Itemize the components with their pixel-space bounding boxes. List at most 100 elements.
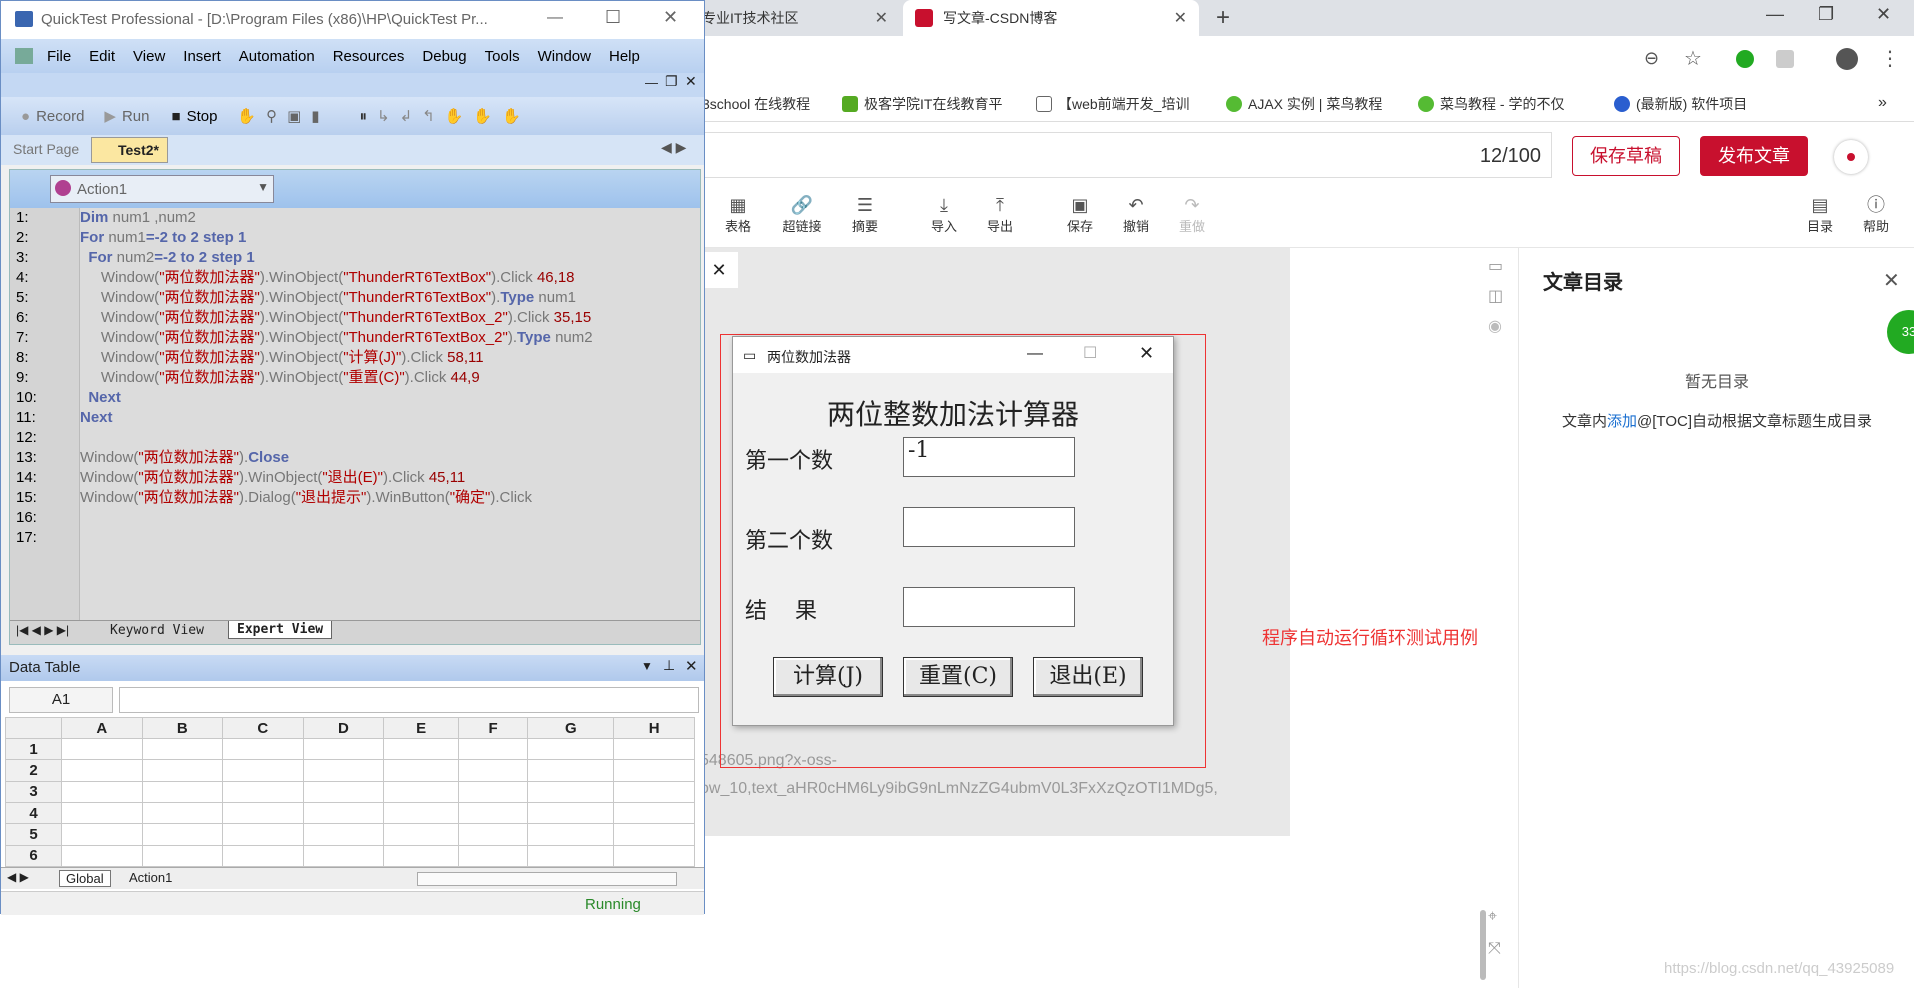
data-cell[interactable]: [222, 737, 304, 761]
data-cell[interactable]: [61, 780, 143, 803]
run-button[interactable]: Run: [122, 108, 150, 125]
menu-automation[interactable]: Automation: [239, 48, 315, 65]
save-draft-button[interactable]: 保存草稿: [1572, 136, 1680, 176]
chevron-down-icon[interactable]: ▼: [641, 659, 653, 673]
data-cell[interactable]: [222, 823, 304, 846]
stop-button[interactable]: Stop: [187, 108, 218, 125]
data-cell[interactable]: [302, 737, 385, 761]
close-icon[interactable]: ✕: [663, 7, 678, 28]
pin-icon[interactable]: ⊥: [663, 657, 675, 674]
toc-add-link[interactable]: 添加: [1607, 413, 1637, 430]
tab-keyword-view[interactable]: Keyword View: [110, 623, 204, 638]
restore-icon[interactable]: ❐: [1818, 4, 1834, 25]
data-cell[interactable]: [613, 737, 695, 761]
undo-button[interactable]: ↶ 撤销: [1114, 194, 1158, 235]
column-header[interactable]: D: [302, 717, 385, 739]
record-button[interactable]: Record: [36, 108, 84, 125]
menu-file[interactable]: File: [47, 48, 71, 65]
data-cell[interactable]: [383, 823, 460, 846]
data-cell[interactable]: [383, 844, 460, 868]
formula-input[interactable]: [119, 687, 699, 713]
exit-button[interactable]: 退出(E): [1033, 657, 1143, 697]
maximize-icon[interactable]: ☐: [1083, 343, 1097, 363]
data-cell[interactable]: [527, 844, 615, 868]
code-area[interactable]: Dim num1 ,num2 For num1=-2 to 2 step 1 Fo…: [80, 208, 698, 620]
menu-view[interactable]: View: [133, 48, 165, 65]
data-cell[interactable]: [61, 823, 143, 846]
menu-edit[interactable]: Edit: [89, 48, 115, 65]
bookmark-item[interactable]: 菜鸟教程 - 学的不仅: [1418, 94, 1564, 114]
pause-icon[interactable]: ⏸: [360, 108, 368, 125]
data-cell[interactable]: [613, 759, 695, 782]
maximize-icon[interactable]: ☐: [605, 7, 621, 28]
data-cell[interactable]: [527, 780, 615, 803]
column-header[interactable]: B: [141, 717, 224, 739]
export-button[interactable]: ⤒ 导出: [978, 194, 1022, 235]
close-tab-icon[interactable]: ✕: [1174, 8, 1187, 28]
restore-icon[interactable]: ❐: [665, 73, 678, 90]
data-cell[interactable]: [613, 801, 695, 825]
data-cell[interactable]: [61, 737, 143, 761]
locate-icon[interactable]: ⌖: [1488, 908, 1497, 926]
data-cell[interactable]: [458, 801, 529, 825]
badge[interactable]: 33: [1887, 310, 1914, 354]
spy-tools-icon[interactable]: ✋⚲▣▮: [237, 107, 329, 125]
help-button[interactable]: ⓘ 帮助: [1854, 194, 1898, 235]
column-header[interactable]: C: [222, 717, 304, 739]
data-cell[interactable]: [141, 823, 224, 846]
menu-resources[interactable]: Resources: [333, 48, 405, 65]
data-cell[interactable]: [302, 801, 385, 825]
data-cell[interactable]: [383, 737, 460, 761]
close-icon[interactable]: ✕: [700, 252, 738, 288]
minimize-icon[interactable]: —: [1027, 345, 1043, 363]
table-button[interactable]: ▦ 表格: [716, 194, 760, 235]
data-cell[interactable]: [527, 801, 615, 825]
data-cell[interactable]: [222, 844, 304, 868]
corner-cell[interactable]: [5, 717, 62, 739]
second-number-input[interactable]: [903, 507, 1075, 547]
menu-icon[interactable]: ⋮: [1880, 46, 1900, 71]
row-header[interactable]: 2: [5, 759, 62, 782]
bookmark-item[interactable]: 【web前端开发_培训: [1036, 94, 1189, 114]
sheet-tab-global[interactable]: Global: [59, 870, 111, 887]
eye-icon[interactable]: ◉: [1488, 316, 1518, 336]
expand-icon[interactable]: ⤧: [1488, 940, 1501, 958]
new-tab-button[interactable]: +: [1216, 4, 1230, 32]
avatar[interactable]: [1834, 140, 1868, 174]
horizontal-scrollbar[interactable]: [417, 872, 677, 886]
toc-button[interactable]: ▤ 目录: [1798, 194, 1842, 235]
data-cell[interactable]: [302, 780, 385, 803]
column-header[interactable]: E: [383, 717, 460, 739]
data-cell[interactable]: [613, 780, 695, 803]
data-cell[interactable]: [302, 844, 385, 868]
data-cell[interactable]: [222, 759, 304, 782]
data-cell[interactable]: [141, 780, 224, 803]
data-cell[interactable]: [383, 780, 460, 803]
tab-test2[interactable]: Test2*: [91, 137, 168, 163]
minimize-icon[interactable]: —: [1766, 4, 1784, 25]
summary-button[interactable]: ☰ 摘要: [843, 194, 887, 235]
reset-button[interactable]: 重置(C): [903, 657, 1013, 697]
data-cell[interactable]: [458, 823, 529, 846]
profile-icon[interactable]: [1836, 48, 1858, 70]
menu-tools[interactable]: Tools: [485, 48, 520, 65]
calculate-button[interactable]: 计算(J): [773, 657, 883, 697]
data-cell[interactable]: [458, 780, 529, 803]
zoom-icon[interactable]: ⊖: [1644, 48, 1659, 69]
more-bookmarks-button[interactable]: »: [1878, 94, 1887, 112]
bookmark-item[interactable]: AJAX 实例 | 菜鸟教程: [1226, 94, 1382, 114]
menu-debug[interactable]: Debug: [422, 48, 466, 65]
cell-reference[interactable]: A1: [9, 687, 113, 713]
menu-insert[interactable]: Insert: [183, 48, 221, 65]
data-cell[interactable]: [613, 844, 695, 868]
extension-icon[interactable]: [1776, 50, 1794, 68]
first-number-input[interactable]: -1: [903, 437, 1075, 477]
data-cell[interactable]: [141, 801, 224, 825]
side-tool-icon[interactable]: ▭: [1488, 256, 1518, 276]
data-cell[interactable]: [458, 759, 529, 782]
bookmark-item[interactable]: (最新版) 软件项目: [1614, 94, 1747, 114]
tab-scroll-icon[interactable]: ◀ ▶: [661, 139, 686, 156]
minimize-icon[interactable]: —: [645, 75, 658, 90]
data-cell[interactable]: [527, 823, 615, 846]
data-cell[interactable]: [61, 801, 143, 825]
